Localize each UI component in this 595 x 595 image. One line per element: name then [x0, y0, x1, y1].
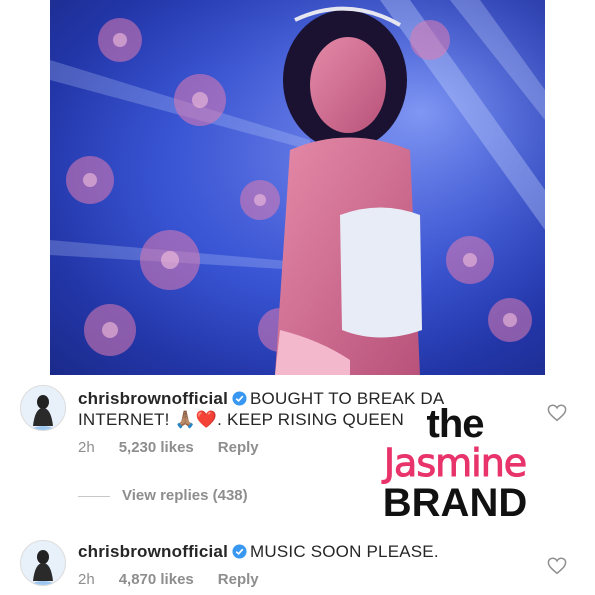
heart-outline-icon[interactable] — [547, 404, 567, 422]
reply-button[interactable]: Reply — [218, 439, 259, 456]
post-photo-art — [50, 0, 545, 375]
avatar-image — [21, 386, 65, 430]
comment-time: 2h — [78, 571, 95, 588]
view-replies-button[interactable]: View replies (438) — [78, 487, 248, 504]
watermark-line1: the — [426, 402, 485, 446]
avatar-image — [21, 541, 65, 585]
post-photo[interactable] — [50, 0, 545, 375]
comment-body: chrisbrownofficial MUSIC SOON PLEASE. — [78, 541, 538, 562]
heart-outline-icon[interactable] — [547, 557, 567, 575]
comment-likes[interactable]: 4,870 likes — [119, 571, 194, 588]
comment-time: 2h — [78, 439, 95, 456]
comment-text-body: MUSIC SOON PLEASE. — [250, 542, 439, 561]
username[interactable]: chrisbrownofficial — [78, 389, 228, 408]
comment-text-line2: INTERNET! 🙏🏽❤️. KEEP RISING QUEEN — [78, 410, 404, 429]
view-replies-divider — [78, 495, 110, 497]
avatar[interactable] — [20, 540, 66, 586]
comment-text: chrisbrownofficial MUSIC SOON PLEASE. — [78, 541, 538, 562]
view-replies-label: View replies (438) — [122, 487, 248, 504]
watermark-line3: BRAND — [382, 481, 528, 525]
verified-badge-icon — [232, 391, 247, 406]
comment-meta: 2h 4,870 likes Reply — [78, 571, 283, 588]
comment-meta: 2h 5,230 likes Reply — [78, 439, 283, 456]
reply-button[interactable]: Reply — [218, 571, 259, 588]
comment-likes[interactable]: 5,230 likes — [119, 439, 194, 456]
watermark-logo: the Jasmine BRAND — [360, 402, 550, 525]
verified-badge-icon — [232, 544, 247, 559]
watermark-line2: Jasmine — [383, 441, 527, 485]
username[interactable]: chrisbrownofficial — [78, 542, 228, 561]
avatar[interactable] — [20, 385, 66, 431]
